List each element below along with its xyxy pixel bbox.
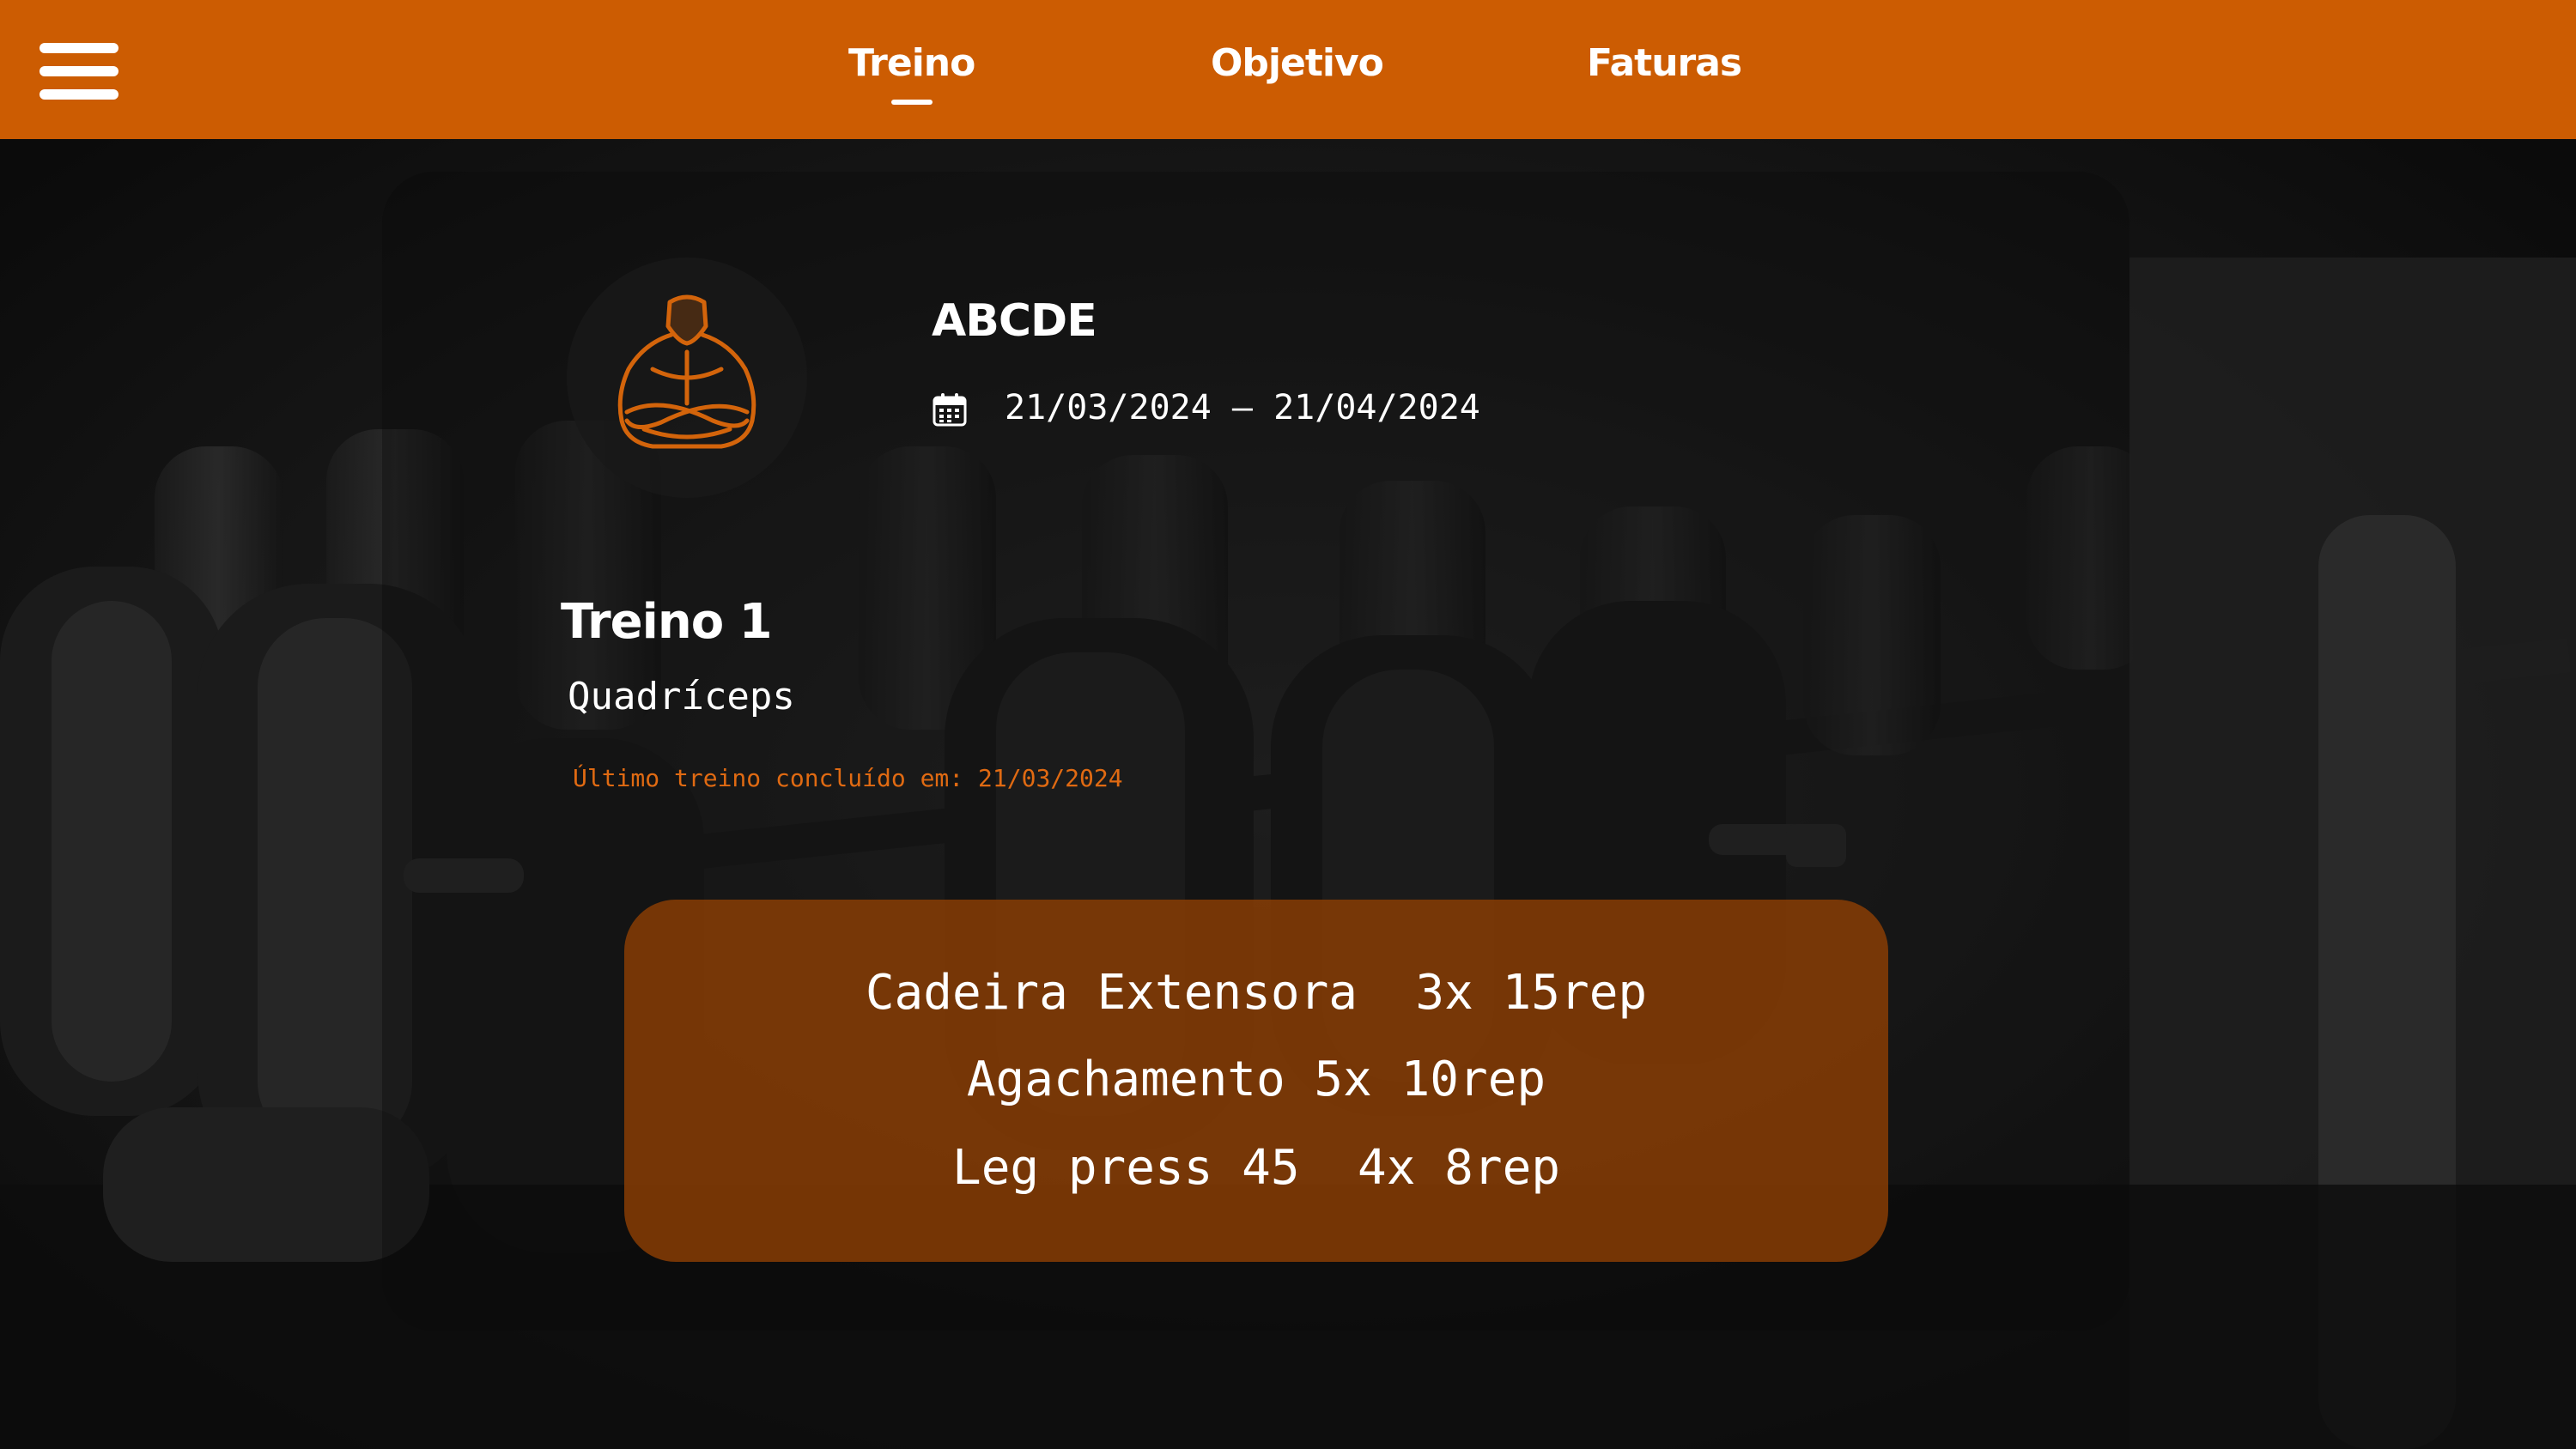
list-item: Leg press 45 4x 8rep	[951, 1140, 1560, 1196]
top-navigation-bar: Treino Objetivo Faturas	[0, 0, 2576, 139]
avatar	[567, 258, 807, 498]
muscle-group: Quadríceps	[568, 675, 795, 718]
tab-objetivo[interactable]: Objetivo	[1211, 41, 1384, 93]
exercise-list-card[interactable]: Cadeira Extensora 3x 15rep Agachamento 5…	[624, 900, 1888, 1262]
list-item: Agachamento 5x 10rep	[966, 1052, 1546, 1107]
last-workout-date: Último treino concluído em: 21/03/2024	[573, 764, 1123, 792]
date-range: 21/03/2024 – 21/04/2024	[1005, 388, 1480, 427]
calendar-icon	[933, 393, 967, 427]
workout-title: Treino 1	[561, 594, 773, 650]
list-item: Cadeira Extensora 3x 15rep	[865, 965, 1648, 1021]
bodybuilder-avatar-icon	[617, 294, 756, 449]
active-tab-indicator	[891, 100, 933, 105]
hamburger-menu-icon[interactable]	[39, 43, 118, 100]
user-name: ABCDE	[932, 295, 1097, 347]
tab-faturas[interactable]: Faturas	[1587, 41, 1742, 93]
tab-treino[interactable]: Treino	[848, 41, 975, 93]
